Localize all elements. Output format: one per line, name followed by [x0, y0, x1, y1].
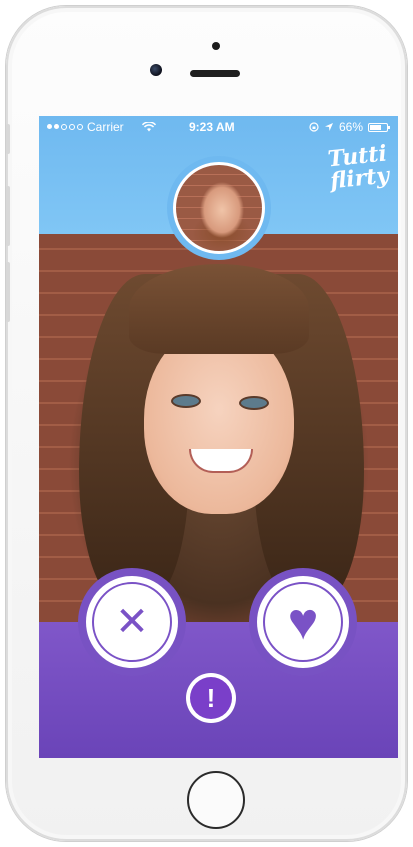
photo-eye-right [239, 396, 269, 410]
photo-hair-top [129, 264, 309, 354]
signal-dots-icon [47, 124, 83, 130]
status-left: Carrier [47, 120, 156, 134]
photo-eye-left [171, 394, 201, 408]
front-camera [150, 64, 162, 76]
close-icon: ✕ [92, 582, 172, 662]
volume-up-button [6, 186, 10, 246]
status-time: 9:23 AM [189, 120, 235, 134]
home-button[interactable] [187, 771, 245, 829]
app-logo: Tutti flirty [316, 140, 391, 195]
status-bar: Carrier 9:23 AM 66% [39, 116, 398, 138]
heart-icon: ♥ [263, 582, 343, 662]
rotation-lock-icon [309, 122, 319, 132]
volume-down-button [6, 262, 10, 322]
dislike-button[interactable]: ✕ [86, 576, 178, 668]
like-button[interactable]: ♥ [257, 576, 349, 668]
earpiece-speaker [190, 70, 240, 77]
report-button[interactable]: ! [186, 673, 236, 723]
mute-switch [6, 124, 10, 154]
status-right: 66% [309, 120, 390, 134]
proximity-sensor [212, 42, 220, 50]
profile-photo[interactable] [39, 234, 398, 622]
exclamation-icon: ! [190, 677, 232, 719]
location-arrow-icon [324, 123, 333, 131]
user-avatar[interactable] [173, 162, 265, 254]
battery-icon [368, 122, 390, 132]
battery-percent: 66% [338, 120, 363, 134]
app-screen: Carrier 9:23 AM 66% Tutti flirty ✕ ♥ ! [39, 116, 398, 758]
phone-frame: Carrier 9:23 AM 66% Tutti flirty ✕ ♥ ! [6, 6, 407, 841]
logo-line-2: flirty [329, 162, 391, 195]
carrier-label: Carrier [87, 120, 124, 134]
wifi-icon [141, 122, 156, 132]
